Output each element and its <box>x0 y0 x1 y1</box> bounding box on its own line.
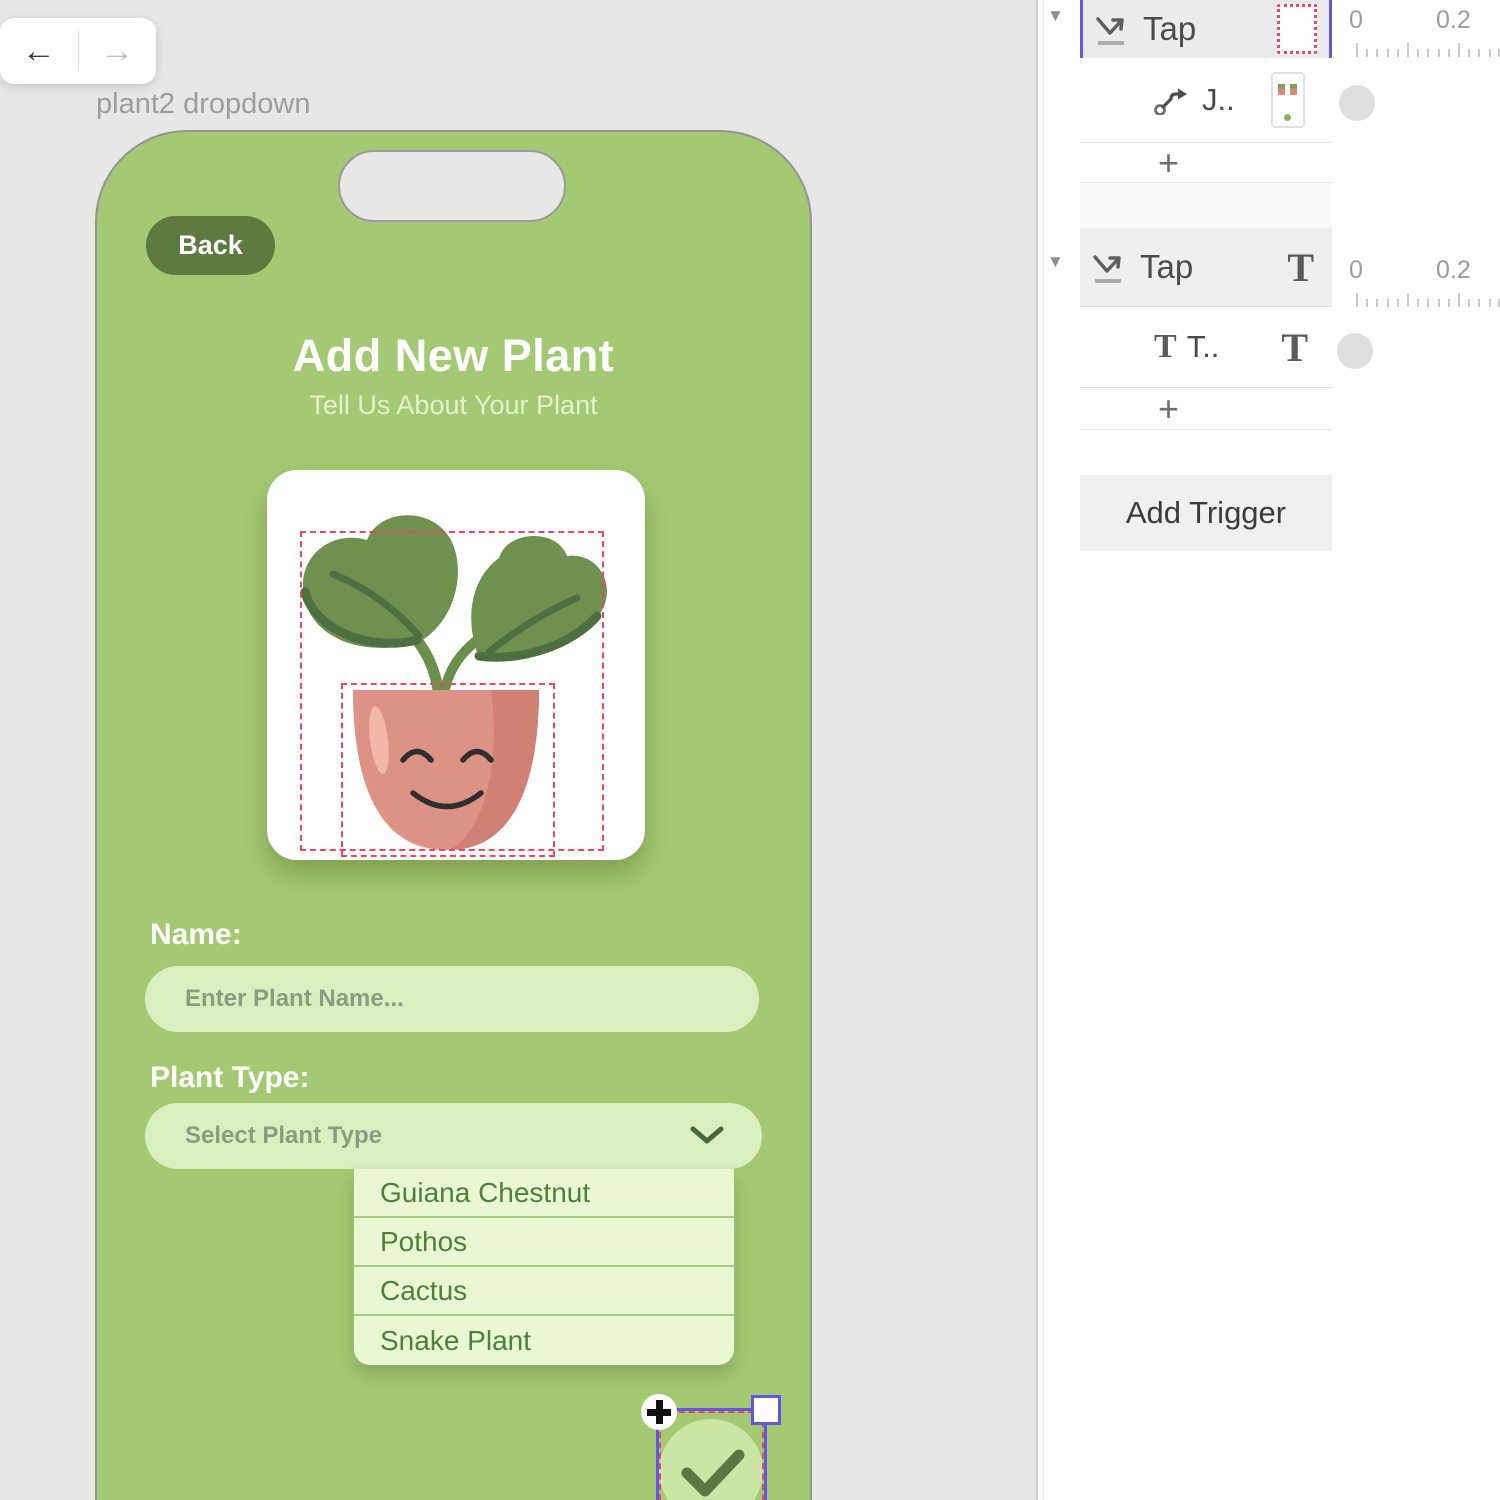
ruler-tick-label: 0.2 <box>1436 256 1471 285</box>
plant-type-select-value: Select Plant Type <box>145 1122 690 1150</box>
keyframe-dot[interactable] <box>1339 85 1375 121</box>
dropdown-option[interactable]: Guiana Chestnut <box>354 1169 734 1218</box>
dropdown-option[interactable]: Snake Plant <box>354 1316 734 1365</box>
action-step-label: J.. <box>1202 82 1271 118</box>
action-step-label: T.. <box>1187 329 1282 365</box>
phone-frame: Back Add New Plant Tell Us About Your Pl… <box>95 130 812 1500</box>
plant-type-dropdown-menu: Guiana Chestnut Pothos Cactus Snake Plan… <box>354 1169 734 1365</box>
move-cursor-icon <box>641 1394 677 1430</box>
section-gap <box>1080 183 1332 228</box>
tap-gesture-icon <box>1090 248 1128 286</box>
page-subtitle: Tell Us About Your Plant <box>97 390 810 421</box>
add-action-button[interactable]: + <box>1080 143 1332 183</box>
selection-dashed-inner <box>341 683 555 857</box>
trigger-label: Tap <box>1143 10 1277 48</box>
plant-type-select[interactable]: Select Plant Type <box>145 1103 762 1169</box>
plant-image-card <box>267 470 645 860</box>
name-field-label: Name: <box>150 918 242 952</box>
action-row-jump[interactable]: J.. <box>1080 58 1332 143</box>
trigger-label: Tap <box>1140 248 1287 286</box>
plant-name-input[interactable] <box>145 966 759 1032</box>
trigger-row-tap-1[interactable]: Tap <box>1080 0 1332 61</box>
panel-gutter-line <box>1043 0 1044 1500</box>
keyframe-dot[interactable] <box>1337 333 1373 369</box>
ruler-tick-label: 0 <box>1349 256 1363 285</box>
dotted-target-icon <box>1277 4 1317 54</box>
plus-icon: + <box>1158 391 1179 427</box>
canvas-nav-toolbar: ← → <box>0 18 156 84</box>
add-trigger-button[interactable]: Add Trigger <box>1080 475 1332 551</box>
text-icon: T <box>1281 324 1308 371</box>
action-row-text[interactable]: T T.. T <box>1080 307 1332 388</box>
disclosure-triangle-icon[interactable]: ▼ <box>1047 252 1064 272</box>
dropdown-option[interactable]: Cactus <box>354 1267 734 1316</box>
back-arrow-icon[interactable]: ← <box>0 32 78 71</box>
phone-notch <box>338 150 566 222</box>
screen-title-label: plant2 dropdown <box>96 88 310 121</box>
ruler-tick-label: 0.2 <box>1436 6 1471 35</box>
disclosure-triangle-icon[interactable]: ▼ <box>1047 6 1064 26</box>
ruler-tick-label: 0 <box>1349 6 1363 35</box>
plant-type-label: Plant Type: <box>150 1061 309 1095</box>
text-icon: T <box>1154 328 1177 366</box>
trigger-row-tap-2[interactable]: Tap T <box>1080 228 1332 307</box>
tap-gesture-icon <box>1093 10 1131 48</box>
timeline-ruler <box>1332 292 1500 308</box>
text-icon: T <box>1287 244 1314 291</box>
design-canvas: ← → plant2 dropdown Back Add New Plant T… <box>0 0 1500 1500</box>
plus-icon: + <box>1158 145 1179 181</box>
dropdown-option[interactable]: Pothos <box>354 1218 734 1267</box>
resize-handle[interactable] <box>751 1395 781 1425</box>
frame-thumbnail <box>1271 72 1305 128</box>
timeline-ruler <box>1332 42 1500 58</box>
chevron-down-icon <box>690 1126 724 1146</box>
add-action-button[interactable]: + <box>1080 388 1332 430</box>
jump-icon <box>1152 85 1192 115</box>
forward-arrow-icon[interactable]: → <box>79 32 157 71</box>
back-button[interactable]: Back <box>146 216 275 275</box>
page-title: Add New Plant <box>97 330 810 382</box>
